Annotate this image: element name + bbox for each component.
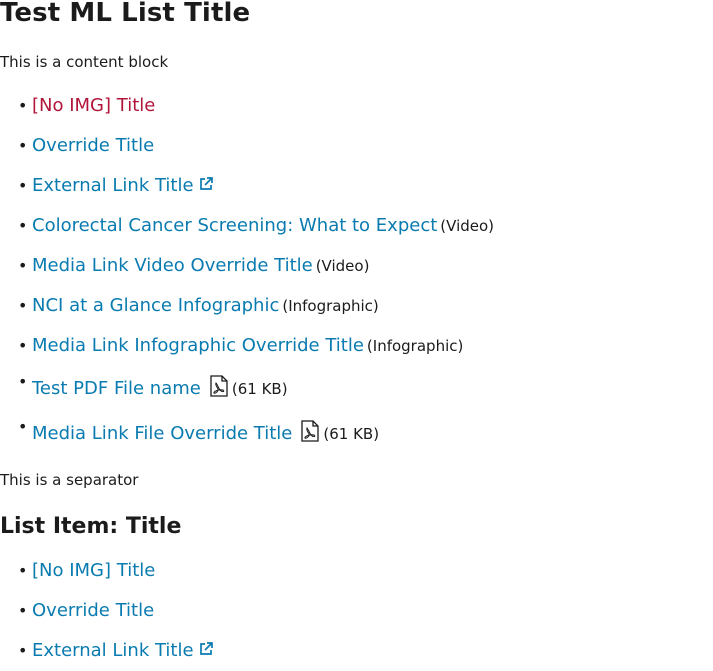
bullet: •	[18, 96, 28, 115]
list-item-link[interactable]: Override Title	[32, 135, 154, 156]
bullet: •	[18, 296, 28, 315]
list-item-link[interactable]: Override Title	[32, 600, 154, 621]
resource-list: • [No IMG] Title • Override Title • External …	[0, 86, 494, 456]
content-block: This is a content block	[0, 53, 169, 71]
media-type: (Infographic)	[282, 297, 379, 315]
list-item: • Media Link Infographic Override Title (I…	[0, 326, 494, 366]
page-title: Test ML List Title	[0, 0, 251, 28]
file-size: (61 KB)	[323, 425, 380, 443]
list-item-link[interactable]: External Link Title	[32, 640, 194, 661]
list-item-link[interactable]: Media Link Video Override Title	[32, 255, 313, 276]
list-item-link[interactable]: NCI at a Glance Infographic	[32, 295, 279, 316]
bullet: •	[18, 256, 28, 275]
list-item: • [No IMG] Title	[0, 551, 214, 591]
list-item: • Test PDF File name (61 KB)	[0, 366, 494, 411]
list-item-title-list: • [No IMG] Title • Override Title • External …	[0, 551, 214, 671]
bullet: •	[18, 601, 28, 620]
file-size: (61 KB)	[231, 380, 288, 398]
list-item-link[interactable]: Media Link File Override Title	[32, 423, 292, 444]
list-item: • External Link Title	[0, 631, 214, 671]
list-item: • [No IMG] Title	[0, 86, 494, 126]
list-item: • External Link Title	[0, 166, 494, 206]
external-link-icon	[199, 642, 213, 655]
list-item-link[interactable]: Colorectal Cancer Screening: What to Exp…	[32, 215, 437, 236]
list-item: • Colorectal Cancer Screening: What to Ex…	[0, 206, 494, 246]
pdf-file-icon	[210, 375, 228, 397]
bullet: •	[18, 641, 28, 660]
separator-text: This is a separator	[0, 471, 139, 489]
bullet: •	[18, 561, 28, 580]
list-item-link[interactable]: [No IMG] Title	[32, 560, 155, 581]
bullet: •	[18, 372, 28, 391]
bullet: •	[18, 136, 28, 155]
list-item: • NCI at a Glance Infographic (Infographic…	[0, 286, 494, 326]
media-type: (Video)	[440, 217, 495, 235]
external-link-icon	[199, 177, 213, 190]
list-item-link[interactable]: Test PDF File name	[32, 378, 201, 399]
pdf-file-icon	[301, 420, 320, 442]
list-item: • Media Link Video Override Title (Video)	[0, 246, 494, 286]
bullet: •	[18, 216, 28, 235]
media-type: (Infographic)	[366, 337, 464, 355]
list-item-link[interactable]: External Link Title	[32, 175, 194, 196]
list-item-link[interactable]: Media Link Infographic Override Title	[32, 335, 364, 356]
list-item: • Override Title	[0, 591, 214, 631]
list-item: • Media Link File Override Title (61 KB)	[0, 411, 494, 456]
list-item-link[interactable]: [No IMG] Title	[32, 95, 155, 116]
bullet: •	[18, 176, 28, 195]
list-title: List Item: Title	[0, 514, 182, 539]
bullet: •	[18, 417, 28, 436]
list-item: • Override Title	[0, 126, 494, 166]
media-type: (Video)	[315, 257, 370, 275]
